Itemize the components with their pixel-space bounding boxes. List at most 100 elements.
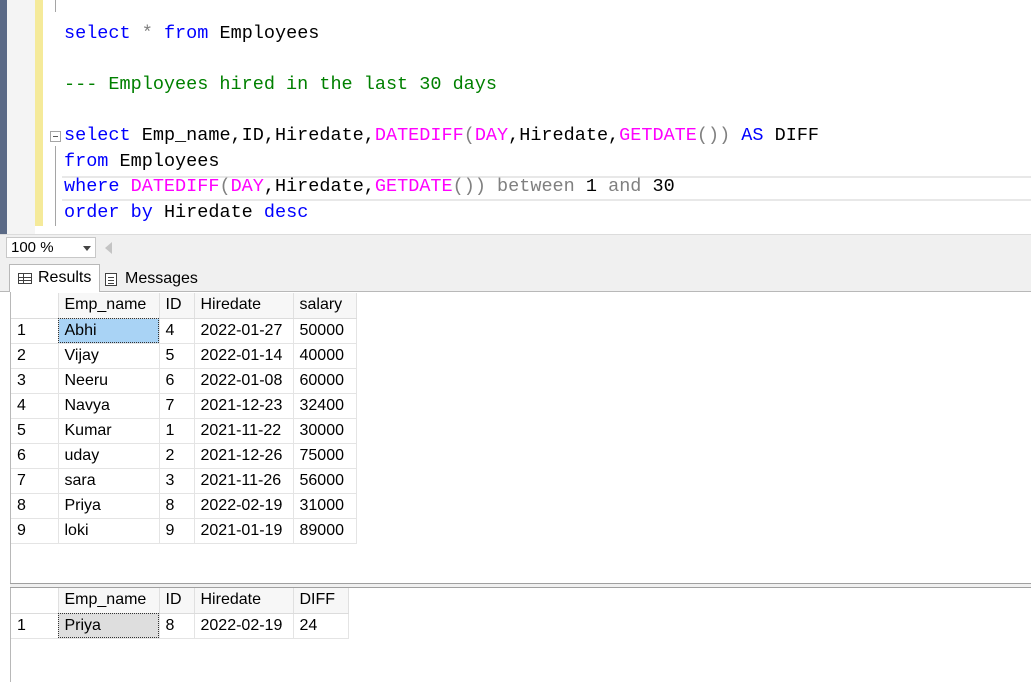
row-number-header [11, 293, 59, 319]
tab-results[interactable]: Results [9, 264, 100, 292]
grid-cell[interactable]: sara [58, 468, 160, 494]
grid-cell[interactable]: Kumar [58, 418, 160, 444]
column-header[interactable]: ID [159, 588, 195, 614]
column-header[interactable]: Hiredate [194, 293, 294, 319]
grid-cell[interactable]: 1 [159, 418, 195, 444]
grid-cell[interactable]: 2022-01-14 [194, 343, 294, 369]
code-line-comment[interactable]: --- Employees hired in the last 30 days [64, 73, 497, 97]
table-row[interactable]: 6 uday 2 2021-12-26 75000 [11, 443, 357, 469]
table-row[interactable]: 1 Priya 8 2022-02-19 24 [11, 613, 349, 639]
grid-cell[interactable]: 56000 [293, 468, 357, 494]
grid-cell[interactable]: 2022-02-19 [194, 493, 294, 519]
function: DATEDIFF [130, 176, 220, 197]
grid-cell[interactable]: 4 [159, 318, 195, 344]
grid-cell[interactable]: uday [58, 443, 160, 469]
grid-cell[interactable]: 2021-11-22 [194, 418, 294, 444]
keyword: order [64, 202, 120, 223]
grid-cell[interactable]: Vijay [58, 343, 160, 369]
table-row[interactable]: 9 loki 9 2021-01-19 89000 [11, 518, 357, 544]
grid-cell[interactable]: 2 [159, 443, 195, 469]
grid-cell[interactable]: Abhi [58, 318, 160, 344]
keyword: desc [263, 202, 309, 223]
tab-results-label: Results [38, 269, 92, 286]
grid-cell[interactable]: 31000 [293, 493, 357, 519]
grid-cell[interactable]: loki [58, 518, 160, 544]
row-number[interactable]: 7 [11, 468, 59, 494]
grid-cell[interactable]: 2022-01-27 [194, 318, 294, 344]
row-number[interactable]: 1 [11, 318, 59, 344]
table-row[interactable]: 7 sara 3 2021-11-26 56000 [11, 468, 357, 494]
grid-cell[interactable]: 50000 [293, 318, 357, 344]
column-header[interactable]: salary [293, 293, 357, 319]
column-header[interactable]: ID [159, 293, 195, 319]
row-number[interactable]: 1 [11, 613, 59, 639]
operator: ( [219, 176, 231, 197]
row-number[interactable]: 9 [11, 518, 59, 544]
results-grid-2[interactable]: Emp_name ID Hiredate DIFF 1 Priya 8 2022-02… [11, 588, 349, 639]
table-row[interactable]: 1 Abhi 4 2022-01-27 50000 [11, 318, 357, 344]
grid-cell[interactable]: 24 [293, 613, 349, 639]
grid-cell[interactable]: 30000 [293, 418, 357, 444]
code-line-1[interactable]: select * from Employees [64, 22, 319, 46]
grid-cell[interactable]: 40000 [293, 343, 357, 369]
code-line-4[interactable]: from Employees [64, 150, 219, 174]
grid-cell[interactable]: 8 [159, 493, 195, 519]
grid-icon [18, 273, 32, 284]
tab-messages[interactable]: Messages [101, 266, 201, 294]
grid-cell[interactable]: 60000 [293, 368, 357, 394]
scroll-left-icon[interactable] [105, 242, 112, 254]
chevron-down-icon [83, 246, 91, 251]
query-editor[interactable]: select * from Employees --- Employees hi… [0, 0, 1031, 234]
grid-cell[interactable]: 2022-01-08 [194, 368, 294, 394]
grid-cell[interactable]: 7 [159, 393, 195, 419]
grid-cell[interactable]: 8 [159, 613, 195, 639]
grid-cell[interactable]: 5 [159, 343, 195, 369]
grid-cell[interactable]: 6 [159, 368, 195, 394]
identifier: ,Hiredate, [263, 176, 375, 197]
keyword: by [130, 202, 153, 223]
code-line-6[interactable]: order by Hiredate desc [64, 201, 308, 225]
row-number[interactable]: 3 [11, 368, 59, 394]
grid-cell[interactable]: Navya [58, 393, 160, 419]
editor-gutter [7, 0, 35, 234]
grid-cell[interactable]: 2021-11-26 [194, 468, 294, 494]
function: GETDATE [374, 176, 453, 197]
keyword: where [64, 176, 120, 197]
row-number[interactable]: 8 [11, 493, 59, 519]
grid-cell[interactable]: 3 [159, 468, 195, 494]
grid-cell[interactable]: 2021-12-23 [194, 393, 294, 419]
table-row[interactable]: 8 Priya 8 2022-02-19 31000 [11, 493, 357, 519]
row-number[interactable]: 5 [11, 418, 59, 444]
collapse-icon[interactable] [50, 131, 61, 142]
column-header[interactable]: DIFF [293, 588, 349, 614]
grid-cell[interactable]: 75000 [293, 443, 357, 469]
keyword: select [64, 125, 131, 146]
row-number[interactable]: 4 [11, 393, 59, 419]
grid-cell[interactable]: 9 [159, 518, 195, 544]
code-line-5[interactable]: where DATEDIFF(DAY,Hiredate,GETDATE()) b… [64, 175, 675, 199]
row-number[interactable]: 2 [11, 343, 59, 369]
zoom-select[interactable]: 100 % [6, 237, 96, 258]
code-line-3[interactable]: select Emp_name,ID,Hiredate,DATEDIFF(DAY… [64, 124, 819, 148]
results-grid-1[interactable]: Emp_name ID Hiredate salary 1 Abhi 4 2022-0… [11, 293, 357, 544]
table-row[interactable]: 5 Kumar 1 2021-11-22 30000 [11, 418, 357, 444]
column-header[interactable]: Emp_name [58, 293, 160, 319]
results-tabs: Results Messages [0, 259, 1031, 292]
grid-cell[interactable]: 89000 [293, 518, 357, 544]
grid-cell[interactable]: 2022-02-19 [194, 613, 294, 639]
function: DAY [474, 125, 509, 146]
row-number[interactable]: 6 [11, 443, 59, 469]
table-row[interactable]: 3 Neeru 6 2022-01-08 60000 [11, 368, 357, 394]
grid-cell[interactable]: Priya [58, 613, 160, 639]
column-header[interactable]: Emp_name [58, 588, 160, 614]
function: DATEDIFF [374, 125, 464, 146]
grid-cell[interactable]: 2021-01-19 [194, 518, 294, 544]
outline-guide [55, 0, 56, 12]
grid-cell[interactable]: Neeru [58, 368, 160, 394]
table-row[interactable]: 4 Navya 7 2021-12-23 32400 [11, 393, 357, 419]
table-row[interactable]: 2 Vijay 5 2022-01-14 40000 [11, 343, 357, 369]
grid-cell[interactable]: 32400 [293, 393, 357, 419]
grid-cell[interactable]: Priya [58, 493, 160, 519]
grid-cell[interactable]: 2021-12-26 [194, 443, 294, 469]
column-header[interactable]: Hiredate [194, 588, 294, 614]
